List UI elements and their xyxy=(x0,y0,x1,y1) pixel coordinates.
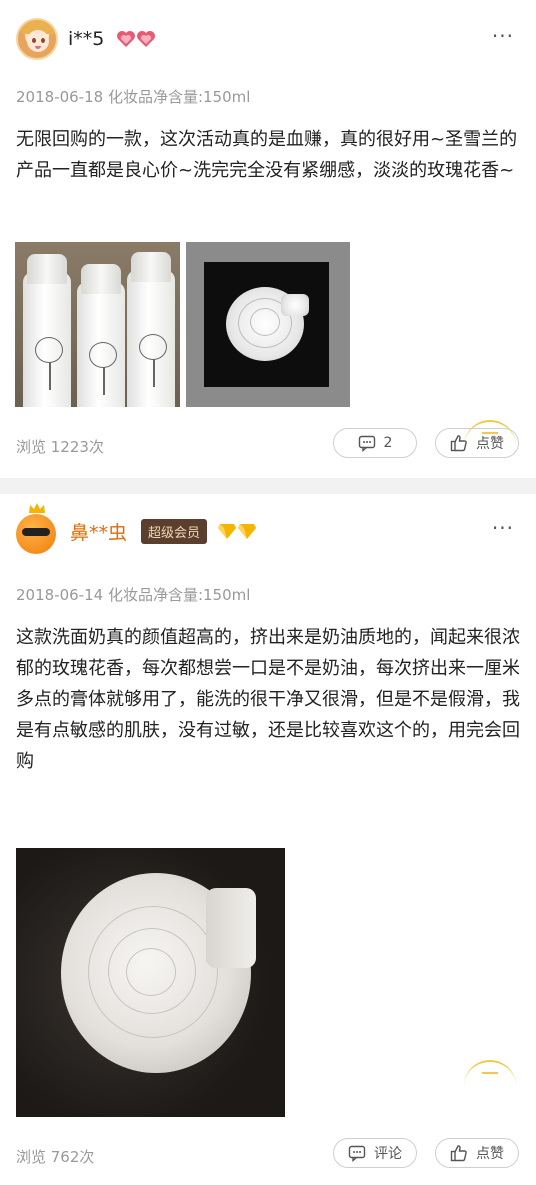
review-text: 这款洗面奶真的颜值超高的，挤出来是奶油质地的，闻起来很浓郁的玫瑰花香，每次都想尝… xyxy=(16,627,520,772)
avatar[interactable] xyxy=(16,18,58,60)
member-heart-icon xyxy=(116,30,156,48)
like-button[interactable]: 点赞 xyxy=(435,1138,519,1168)
like-label: 点赞 xyxy=(476,1146,504,1162)
view-count: 浏览 1223次 xyxy=(16,438,104,456)
review-card: 鼻**虫 超级会员 ··· 2018-06-14 化妆品净含量:150ml 这款… xyxy=(0,494,536,1185)
crown-icon xyxy=(29,503,45,513)
section-divider xyxy=(0,478,536,494)
review-header: 鼻**虫 超级会员 xyxy=(16,503,257,554)
review-meta: 2018-06-18 化妆品净含量:150ml xyxy=(16,88,251,106)
more-options-icon[interactable]: ··· xyxy=(492,516,514,540)
comment-button[interactable]: 评论 xyxy=(333,1138,417,1168)
comment-icon xyxy=(358,435,375,452)
comment-count: 2 xyxy=(383,435,393,451)
scroll-indicator xyxy=(464,1060,516,1086)
review-photo[interactable] xyxy=(16,848,285,1117)
avatar[interactable] xyxy=(16,503,58,554)
comment-button[interactable]: 2 xyxy=(333,428,417,458)
review-photo[interactable] xyxy=(15,242,180,407)
review-footer: 浏览 762次 评论 点赞 xyxy=(0,1136,536,1176)
comment-label: 评论 xyxy=(374,1146,402,1162)
username[interactable]: i**5 xyxy=(68,28,104,50)
comment-icon xyxy=(348,1145,366,1162)
review-header: i**5 xyxy=(16,16,156,62)
scroll-indicator xyxy=(464,420,516,446)
diamond-badge-icon xyxy=(217,522,257,540)
more-options-icon[interactable]: ··· xyxy=(492,24,514,48)
vip-badge: 超级会员 xyxy=(141,518,208,544)
review-meta: 2018-06-14 化妆品净含量:150ml xyxy=(16,586,251,604)
thumbs-up-icon xyxy=(450,1145,467,1162)
review-card: i**5 ··· 2018-06-18 化妆品净含量:150ml 无限回购的一款… xyxy=(0,0,536,478)
username[interactable]: 鼻**虫 xyxy=(70,518,127,545)
view-count: 浏览 762次 xyxy=(16,1148,95,1166)
review-photo[interactable] xyxy=(186,242,350,407)
review-text: 无限回购的一款，这次活动真的是血赚，真的很好用~圣雪兰的产品一直都是良心价~洗完… xyxy=(16,129,518,181)
review-footer: 浏览 1223次 2 点赞 xyxy=(0,420,536,466)
